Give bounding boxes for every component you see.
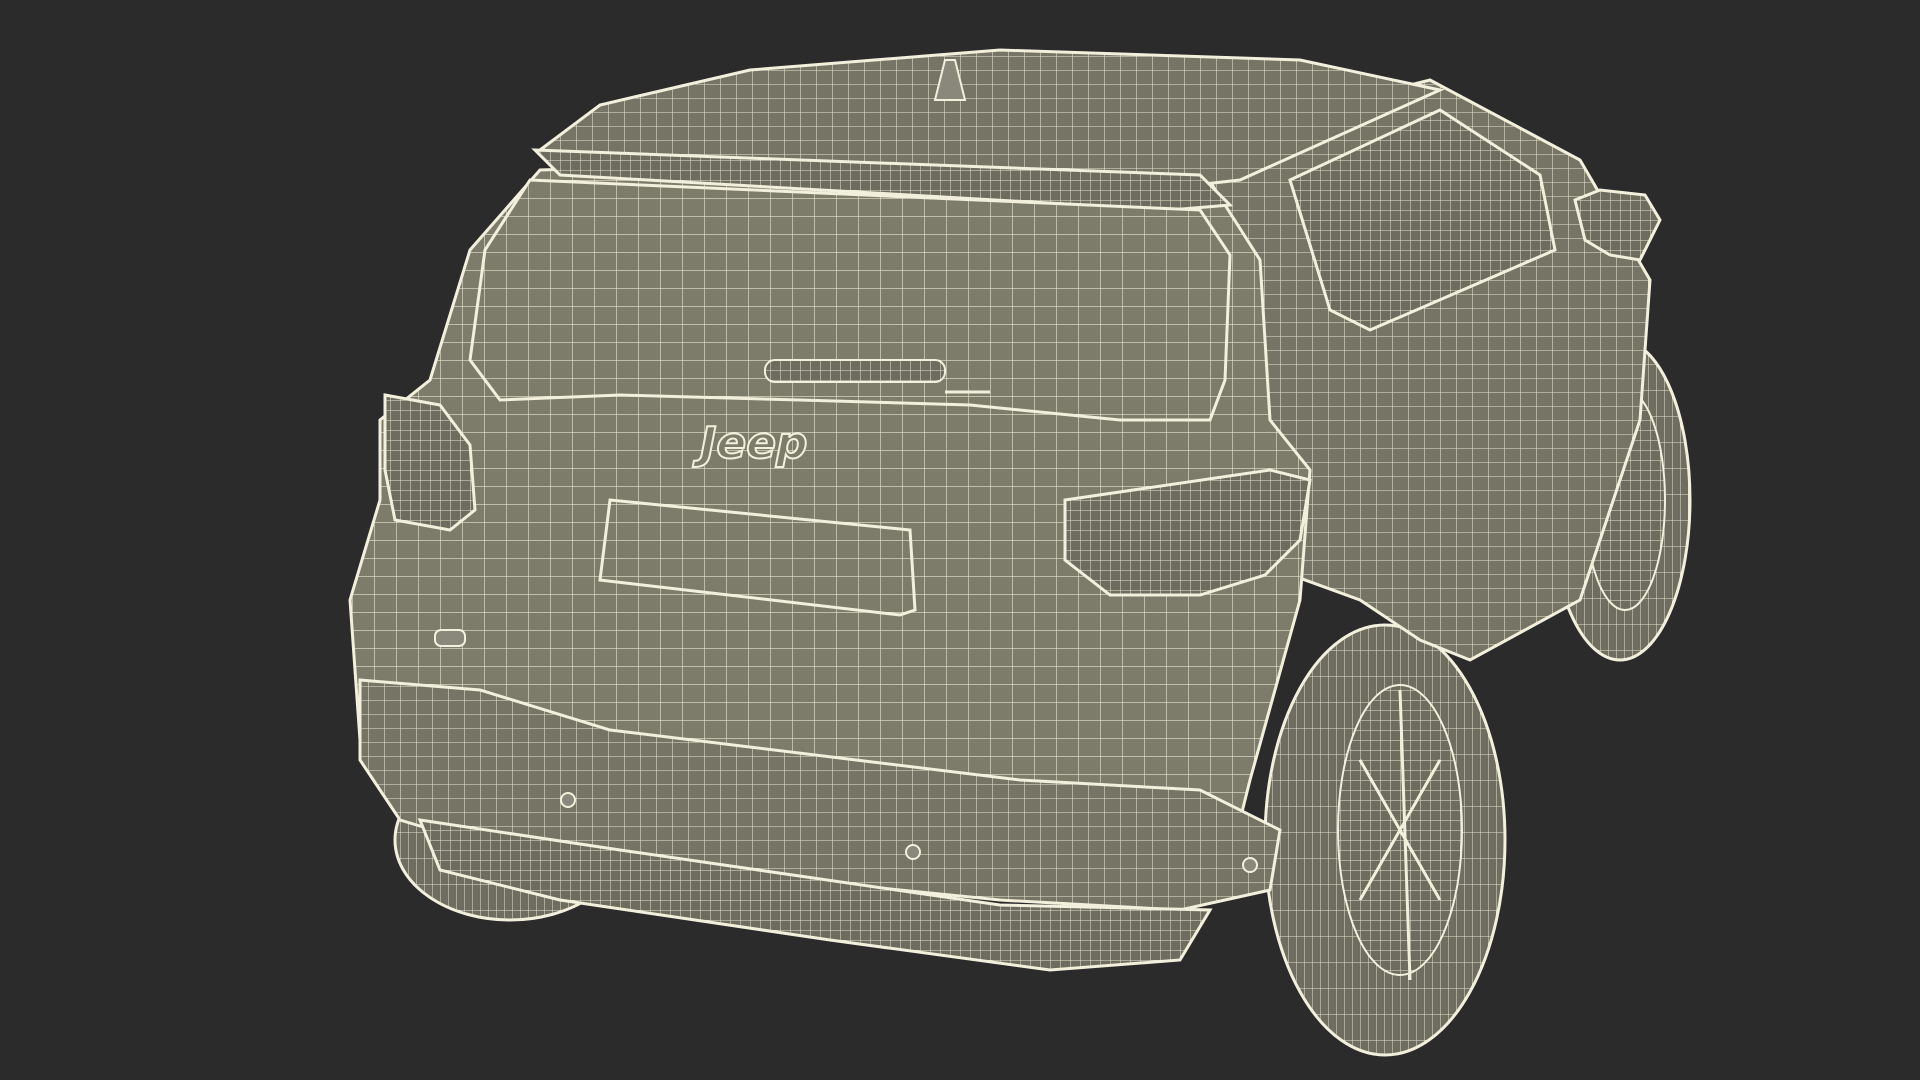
render-viewport: Jeep — [0, 0, 1920, 1080]
rear-emblem — [434, 629, 466, 647]
wireframe-car-render: Jeep — [348, 48, 1692, 1057]
bumper-bolt — [560, 792, 576, 808]
rear-window — [468, 178, 1232, 422]
bumper-bolt — [905, 844, 921, 860]
brand-badge: Jeep — [692, 418, 808, 469]
bumper-bolt — [1242, 857, 1258, 873]
near-wheel — [1263, 623, 1507, 1057]
